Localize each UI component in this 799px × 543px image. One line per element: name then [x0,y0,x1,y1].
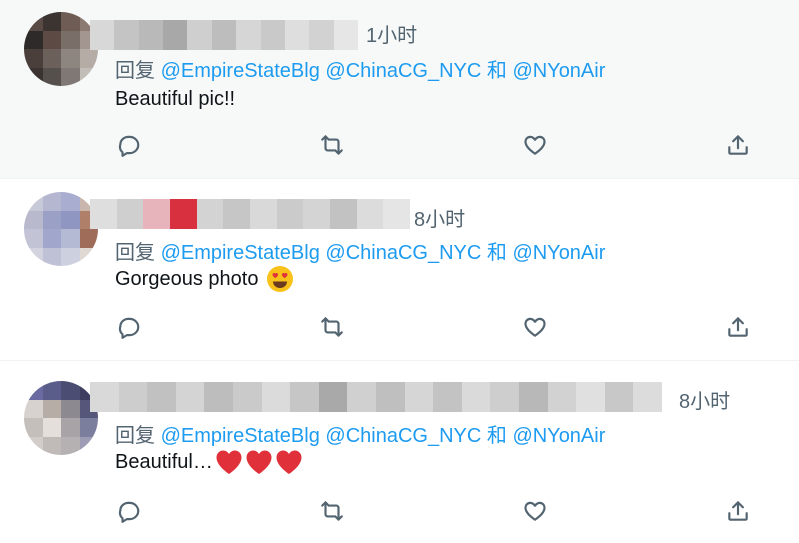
timestamp[interactable]: 8小时 [414,203,465,232]
mention-link[interactable]: @EmpireStateBlg [161,242,320,264]
like-icon [524,135,546,155]
retweet-button[interactable] [317,312,347,342]
reply-conjunction: 和 [486,425,507,447]
like-icon [524,317,546,337]
share-icon [728,501,748,521]
reply-context: 回复 @EmpireStateBlg @ChinaCG_NYC 和 @NYonA… [115,54,605,83]
reply-conjunction: 和 [486,60,507,82]
tweet-text: Beautiful… [115,449,303,475]
reply-context: 回复 @EmpireStateBlg @ChinaCG_NYC 和 @NYonA… [115,419,605,448]
reply-context: 回复 @EmpireStateBlg @ChinaCG_NYC 和 @NYonA… [115,236,605,265]
share-button[interactable] [723,312,753,342]
mention-link[interactable]: @EmpireStateBlg [161,60,320,82]
tweet-text: Beautiful pic!! [115,88,235,111]
mention-link[interactable]: @EmpireStateBlg [161,425,320,447]
timestamp[interactable]: 8小时 [679,385,730,414]
tweet-1[interactable]: 1小时 回复 @EmpireStateBlg @ChinaCG_NYC 和 @N… [0,0,799,178]
avatar[interactable] [24,192,98,266]
reply-button[interactable] [114,312,144,342]
red-heart-emoji-icon [216,450,242,474]
reply-button[interactable] [114,496,144,526]
tweet-3[interactable]: 8小时 回复 @EmpireStateBlg @ChinaCG_NYC 和 @N… [0,361,799,543]
retweet-icon [321,135,343,155]
like-button[interactable] [520,130,550,160]
share-icon [728,317,748,337]
mention-link[interactable]: @NYonAir [512,60,605,82]
retweet-button[interactable] [317,496,347,526]
mention-link[interactable]: @ChinaCG_NYC [325,60,481,82]
display-name-redacted[interactable] [90,382,662,412]
reply-icon [118,501,140,523]
reply-prefix: 回复 [115,425,155,447]
reply-button[interactable] [114,130,144,160]
like-button[interactable] [520,312,550,342]
share-icon [728,135,748,155]
avatar[interactable] [24,381,98,455]
share-button[interactable] [723,130,753,160]
mention-link[interactable]: @NYonAir [512,425,605,447]
retweet-icon [321,501,343,521]
display-name-redacted[interactable] [90,199,411,229]
red-heart-emoji-icon [276,450,302,474]
mention-link[interactable]: @ChinaCG_NYC [325,242,481,264]
retweet-icon [321,317,343,337]
tweet-2[interactable]: 8小时 回复 @EmpireStateBlg @ChinaCG_NYC 和 @N… [0,179,799,360]
tweet-text: Gorgeous photo [115,265,294,293]
reply-icon [118,135,140,157]
reply-icon [118,317,140,339]
heart-eyes-emoji-icon [267,266,294,292]
reply-conjunction: 和 [486,242,507,264]
share-button[interactable] [723,496,753,526]
mention-link[interactable]: @ChinaCG_NYC [325,425,481,447]
like-icon [524,501,546,521]
display-name-redacted[interactable] [90,20,358,50]
mention-link[interactable]: @NYonAir [512,242,605,264]
avatar[interactable] [24,12,98,86]
timestamp[interactable]: 1小时 [366,19,417,48]
red-heart-emoji-icon [246,450,272,474]
reply-prefix: 回复 [115,242,155,264]
like-button[interactable] [520,496,550,526]
tweet-text-content: Beautiful… [115,450,213,473]
tweet-text-content: Beautiful pic!! [115,88,236,110]
tweet-text-content: Gorgeous photo [115,267,259,290]
retweet-button[interactable] [317,130,347,160]
reply-prefix: 回复 [115,60,155,82]
